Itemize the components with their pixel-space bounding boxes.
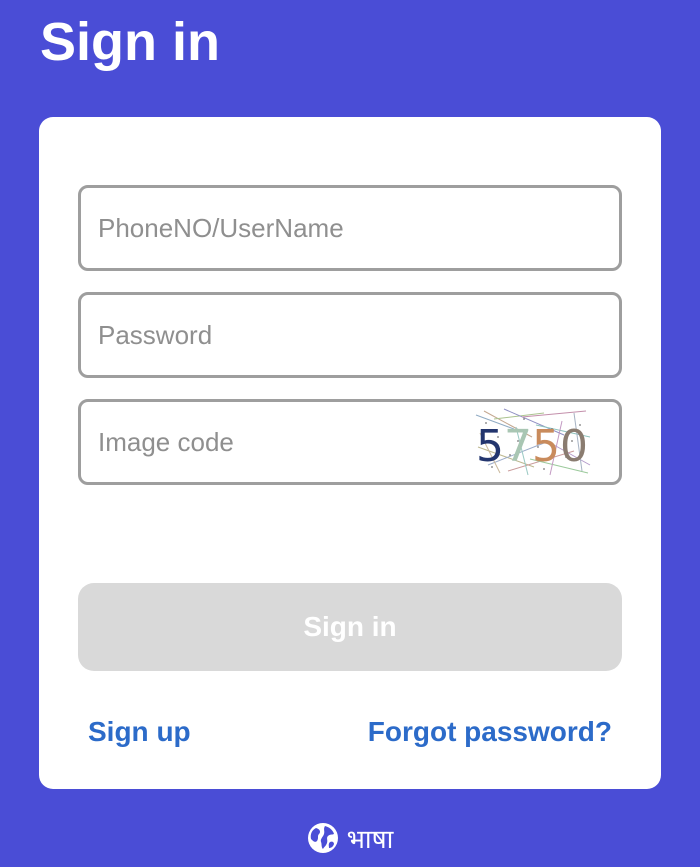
password-input[interactable] xyxy=(81,295,619,375)
password-field[interactable] xyxy=(78,292,622,378)
language-selector[interactable]: भाषा xyxy=(0,820,700,856)
captcha-digit-1: 5 xyxy=(476,421,504,472)
globe-icon xyxy=(307,822,339,854)
captcha-image[interactable]: 5 7 5 0 xyxy=(474,407,592,477)
signin-card: 5 7 5 0 Sign in Sign up Forgot password? xyxy=(39,117,661,789)
signin-button[interactable]: Sign in xyxy=(78,583,622,671)
page-title: Sign in xyxy=(40,12,220,72)
forgot-password-link[interactable]: Forgot password? xyxy=(368,715,612,749)
language-label: भाषा xyxy=(346,825,394,855)
captcha-digit-4: 0 xyxy=(560,421,588,472)
image-code-field[interactable]: 5 7 5 0 xyxy=(78,399,622,485)
phone-username-field[interactable] xyxy=(78,185,622,271)
captcha-digit-3: 5 xyxy=(532,421,560,472)
signup-link[interactable]: Sign up xyxy=(88,715,191,749)
captcha-digit-2: 7 xyxy=(504,421,532,472)
phone-username-input[interactable] xyxy=(81,188,619,268)
